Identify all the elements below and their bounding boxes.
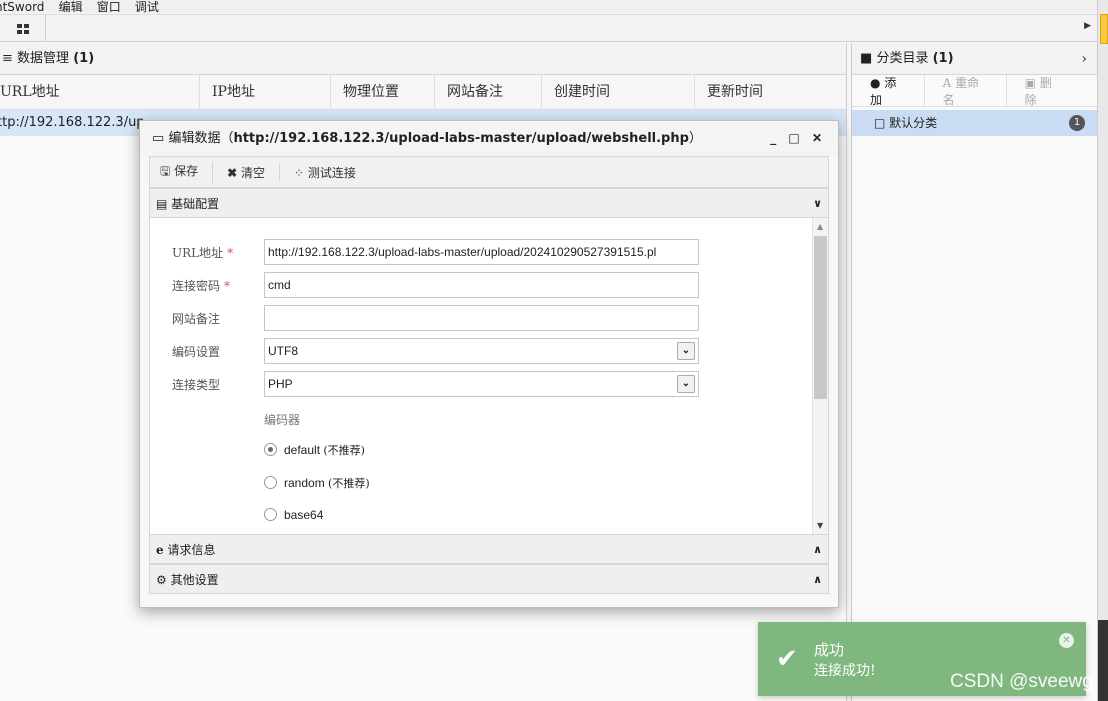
font-icon: A xyxy=(942,75,952,90)
window-edge xyxy=(1097,0,1108,701)
folder-icon: ■ xyxy=(860,51,873,66)
menu-debug[interactable]: 调试 xyxy=(135,1,159,13)
close-icon: ✖ xyxy=(227,165,238,180)
chevron-up-icon: ∧ xyxy=(813,573,822,586)
radio-unchecked-icon xyxy=(264,508,277,521)
data-panel-header: ≡ 数据管理 (1) xyxy=(0,43,846,75)
column-created[interactable]: 创建时间 xyxy=(542,75,695,110)
trash-icon: ▣ xyxy=(1024,75,1036,90)
radio-checked-icon xyxy=(264,443,277,456)
menu-app[interactable]: ntSword xyxy=(0,1,44,13)
window-icon: ▭ xyxy=(152,131,165,146)
encoder-default-radio[interactable]: default (不推荐) xyxy=(264,442,365,460)
category-panel: ■ 分类目录 (1) › ● 添加 A 重命名 ▣ 删除 □ 默认分类 1 xyxy=(851,43,1097,701)
list-icon: ≡ xyxy=(2,51,13,66)
window-controls[interactable]: _ □ ✕ xyxy=(770,121,826,156)
plus-circle-icon: ● xyxy=(870,75,881,90)
grid-menu-button[interactable] xyxy=(0,15,46,42)
dialog-title-prefix: 编辑数据（ xyxy=(168,131,234,146)
chevron-right-icon[interactable]: › xyxy=(1081,43,1087,75)
spinner-icon: ⁘ xyxy=(293,165,305,180)
radio-unchecked-icon xyxy=(264,476,277,489)
main-toolbar: ▶ xyxy=(0,14,1097,42)
category-toolbar: ● 添加 A 重命名 ▣ 删除 xyxy=(852,73,1097,108)
edge-tab xyxy=(1100,14,1108,44)
column-url[interactable]: URL地址 xyxy=(0,75,200,110)
category-panel-count: (1) xyxy=(932,51,954,66)
menu-window[interactable]: 窗口 xyxy=(97,1,121,13)
scroll-down-icon[interactable]: ▼ xyxy=(817,521,823,530)
toast-message: 连接成功! xyxy=(814,663,876,679)
category-count-badge: 1 xyxy=(1069,115,1085,131)
section-request-info[interactable]: e 请求信息 ∧ xyxy=(149,534,829,564)
save-button[interactable]: 🖫 保存 xyxy=(160,161,214,183)
column-updated[interactable]: 更新时间 xyxy=(695,75,847,110)
dialog-titlebar[interactable]: ▭ 编辑数据（http://192.168.122.3/upload-labs-… xyxy=(140,121,838,156)
test-connection-button[interactable]: ⁘ 测试连接 xyxy=(294,164,370,181)
chevron-up-icon: ∧ xyxy=(813,543,822,556)
note-label: 网站备注 xyxy=(172,312,221,326)
type-select[interactable]: PHP ⌄ xyxy=(264,371,699,397)
type-label: 连接类型 xyxy=(172,378,221,392)
url-input[interactable]: http://192.168.122.3/upload-labs-master/… xyxy=(264,239,699,265)
encoder-base64-radio[interactable]: base64 xyxy=(264,508,323,526)
password-label: 连接密码 * xyxy=(172,279,231,293)
data-panel-title: 数据管理 xyxy=(17,51,70,66)
menu-bar: ntSword 编辑 窗口 调试 xyxy=(0,0,1108,13)
scroll-thumb[interactable] xyxy=(814,236,827,399)
section-other-settings[interactable]: ⚙ 其他设置 ∧ xyxy=(149,564,829,594)
edit-data-dialog: ▭ 编辑数据（http://192.168.122.3/upload-labs-… xyxy=(139,120,839,608)
row-url-cell: ttp://192.168.122.3/up xyxy=(0,115,145,130)
dialog-title-url: http://192.168.122.3/upload-labs-master/… xyxy=(233,131,689,146)
column-ip[interactable]: IP地址 xyxy=(200,75,331,110)
section-basic-config[interactable]: ▤ 基础配置 ∨ xyxy=(149,188,829,218)
section-other-title: 其他设置 xyxy=(170,573,219,587)
column-location[interactable]: 物理位置 xyxy=(331,75,435,110)
ie-icon: e xyxy=(156,543,164,557)
gears-icon: ⚙ xyxy=(156,573,167,587)
menu-edit[interactable]: 编辑 xyxy=(59,1,83,13)
toolbar-scroll-right-icon[interactable]: ▶ xyxy=(1084,21,1091,31)
note-input[interactable] xyxy=(264,305,699,331)
clear-button[interactable]: ✖ 清空 xyxy=(227,163,280,181)
chevron-down-icon: ⌄ xyxy=(677,375,695,393)
category-panel-title: 分类目录 xyxy=(876,51,929,66)
section-request-title: 请求信息 xyxy=(167,543,216,557)
dialog-title-suffix: ） xyxy=(688,131,702,146)
section-basic-title: 基础配置 xyxy=(171,197,220,211)
grid-icon xyxy=(16,23,29,34)
file-icon: ▤ xyxy=(156,197,168,211)
data-panel-count: (1) xyxy=(73,51,95,66)
form-scrollbar[interactable]: ▲ ▼ xyxy=(812,218,828,534)
chevron-down-icon: ∨ xyxy=(813,197,822,210)
delete-category-button[interactable]: ▣ 删除 xyxy=(1025,74,1079,108)
toast-close-icon[interactable]: ✕ xyxy=(1059,633,1074,648)
dialog-toolbar: 🖫 保存 ✖ 清空 ⁘ 测试连接 xyxy=(149,156,829,188)
grid-header: URL地址 IP地址 物理位置 网站备注 创建时间 更新时间 xyxy=(0,75,846,110)
basic-config-form: URL地址 * http://192.168.122.3/upload-labs-… xyxy=(149,218,829,534)
check-icon: ✔ xyxy=(776,644,798,674)
folder-open-icon: □ xyxy=(874,116,886,130)
category-item-default[interactable]: □ 默认分类 1 xyxy=(852,110,1097,136)
watermark: CSDN @sveewg xyxy=(950,671,1093,692)
edge-dark-area xyxy=(1098,620,1108,701)
encoding-label: 编码设置 xyxy=(172,345,221,359)
url-label: URL地址 * xyxy=(172,246,234,260)
encoder-label: 编码器 xyxy=(264,413,301,427)
rename-category-button[interactable]: A 重命名 xyxy=(942,73,1007,108)
add-category-button[interactable]: ● 添加 xyxy=(870,73,925,108)
password-input[interactable]: cmd xyxy=(264,272,699,298)
category-panel-header: ■ 分类目录 (1) › xyxy=(852,43,1097,75)
toast-title: 成功 xyxy=(814,641,845,659)
chevron-down-icon: ⌄ xyxy=(677,342,695,360)
encoding-select[interactable]: UTF8 ⌄ xyxy=(264,338,699,364)
column-note[interactable]: 网站备注 xyxy=(435,75,542,110)
save-icon: 🖫 xyxy=(160,163,171,178)
category-name: 默认分类 xyxy=(889,116,938,130)
scroll-up-icon[interactable]: ▲ xyxy=(817,222,823,231)
encoder-random-radio[interactable]: random (不推荐) xyxy=(264,475,370,493)
